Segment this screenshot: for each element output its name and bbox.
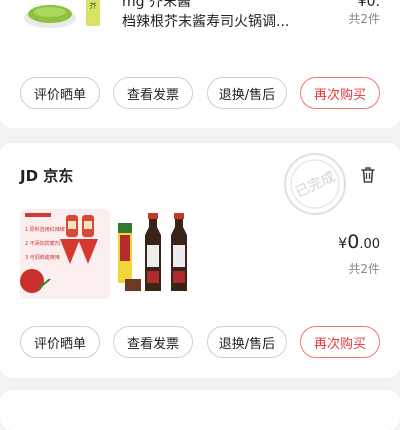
order-card[interactable] bbox=[0, 390, 400, 430]
svg-text:3 可调鲜甜爽辣: 3 可调鲜甜爽辣 bbox=[25, 254, 60, 261]
return-service-button[interactable]: 退换/售后 bbox=[207, 326, 287, 358]
svg-text:芥: 芥 bbox=[90, 1, 97, 10]
store-label: 京东 bbox=[43, 167, 74, 185]
product-thumbnail[interactable]: 1 原料选用红辣椒 2 不添加防腐剂 3 可调鲜甜爽辣 bbox=[20, 209, 110, 299]
return-service-button[interactable]: 退换/售后 bbox=[207, 77, 287, 109]
product-title-line-2: 档辣根芥末酱寿司火锅调... bbox=[122, 14, 290, 30]
svg-text:已完成: 已完成 bbox=[293, 169, 338, 201]
order-price: ¥0. bbox=[357, 0, 380, 10]
svg-text:1 原料选用红辣椒: 1 原料选用红辣椒 bbox=[25, 226, 65, 233]
view-invoice-button[interactable]: 查看发票 bbox=[113, 326, 193, 358]
order-price: ¥0.00 bbox=[338, 231, 380, 253]
product-title-line-1: mg 芥末酱 bbox=[122, 0, 191, 10]
delete-icon[interactable] bbox=[358, 165, 378, 185]
review-button[interactable]: 评价晒单 bbox=[20, 326, 100, 358]
item-count: 共2件 bbox=[348, 12, 380, 26]
product-title[interactable]: mg 芥末酱 档辣根芥末酱寿司火锅调... bbox=[122, 0, 322, 32]
order-card[interactable]: JD 京东 已完成 1 原料选用红辣椒 2 不添加防腐剂 3 可调鲜甜爽辣 ¥0… bbox=[0, 143, 400, 378]
completed-stamp-icon: 已完成 bbox=[284, 153, 346, 215]
review-button[interactable]: 评价晒单 bbox=[20, 77, 100, 109]
view-invoice-button[interactable]: 查看发票 bbox=[113, 77, 193, 109]
product-thumbnail[interactable]: 芥 bbox=[20, 0, 110, 40]
store-logo: JD bbox=[20, 167, 39, 185]
store-name[interactable]: JD 京东 bbox=[20, 165, 73, 186]
order-card[interactable]: 芥 mg 芥末酱 档辣根芥末酱寿司火锅调... ¥0. 共2件 评价晒单 查看发… bbox=[0, 0, 400, 128]
buy-again-button[interactable]: 再次购买 bbox=[300, 326, 380, 358]
buy-again-button[interactable]: 再次购买 bbox=[300, 77, 380, 109]
svg-text:2 不添加防腐剂: 2 不添加防腐剂 bbox=[25, 240, 60, 247]
product-thumbnail[interactable] bbox=[113, 209, 203, 299]
item-count: 共2件 bbox=[348, 262, 380, 276]
